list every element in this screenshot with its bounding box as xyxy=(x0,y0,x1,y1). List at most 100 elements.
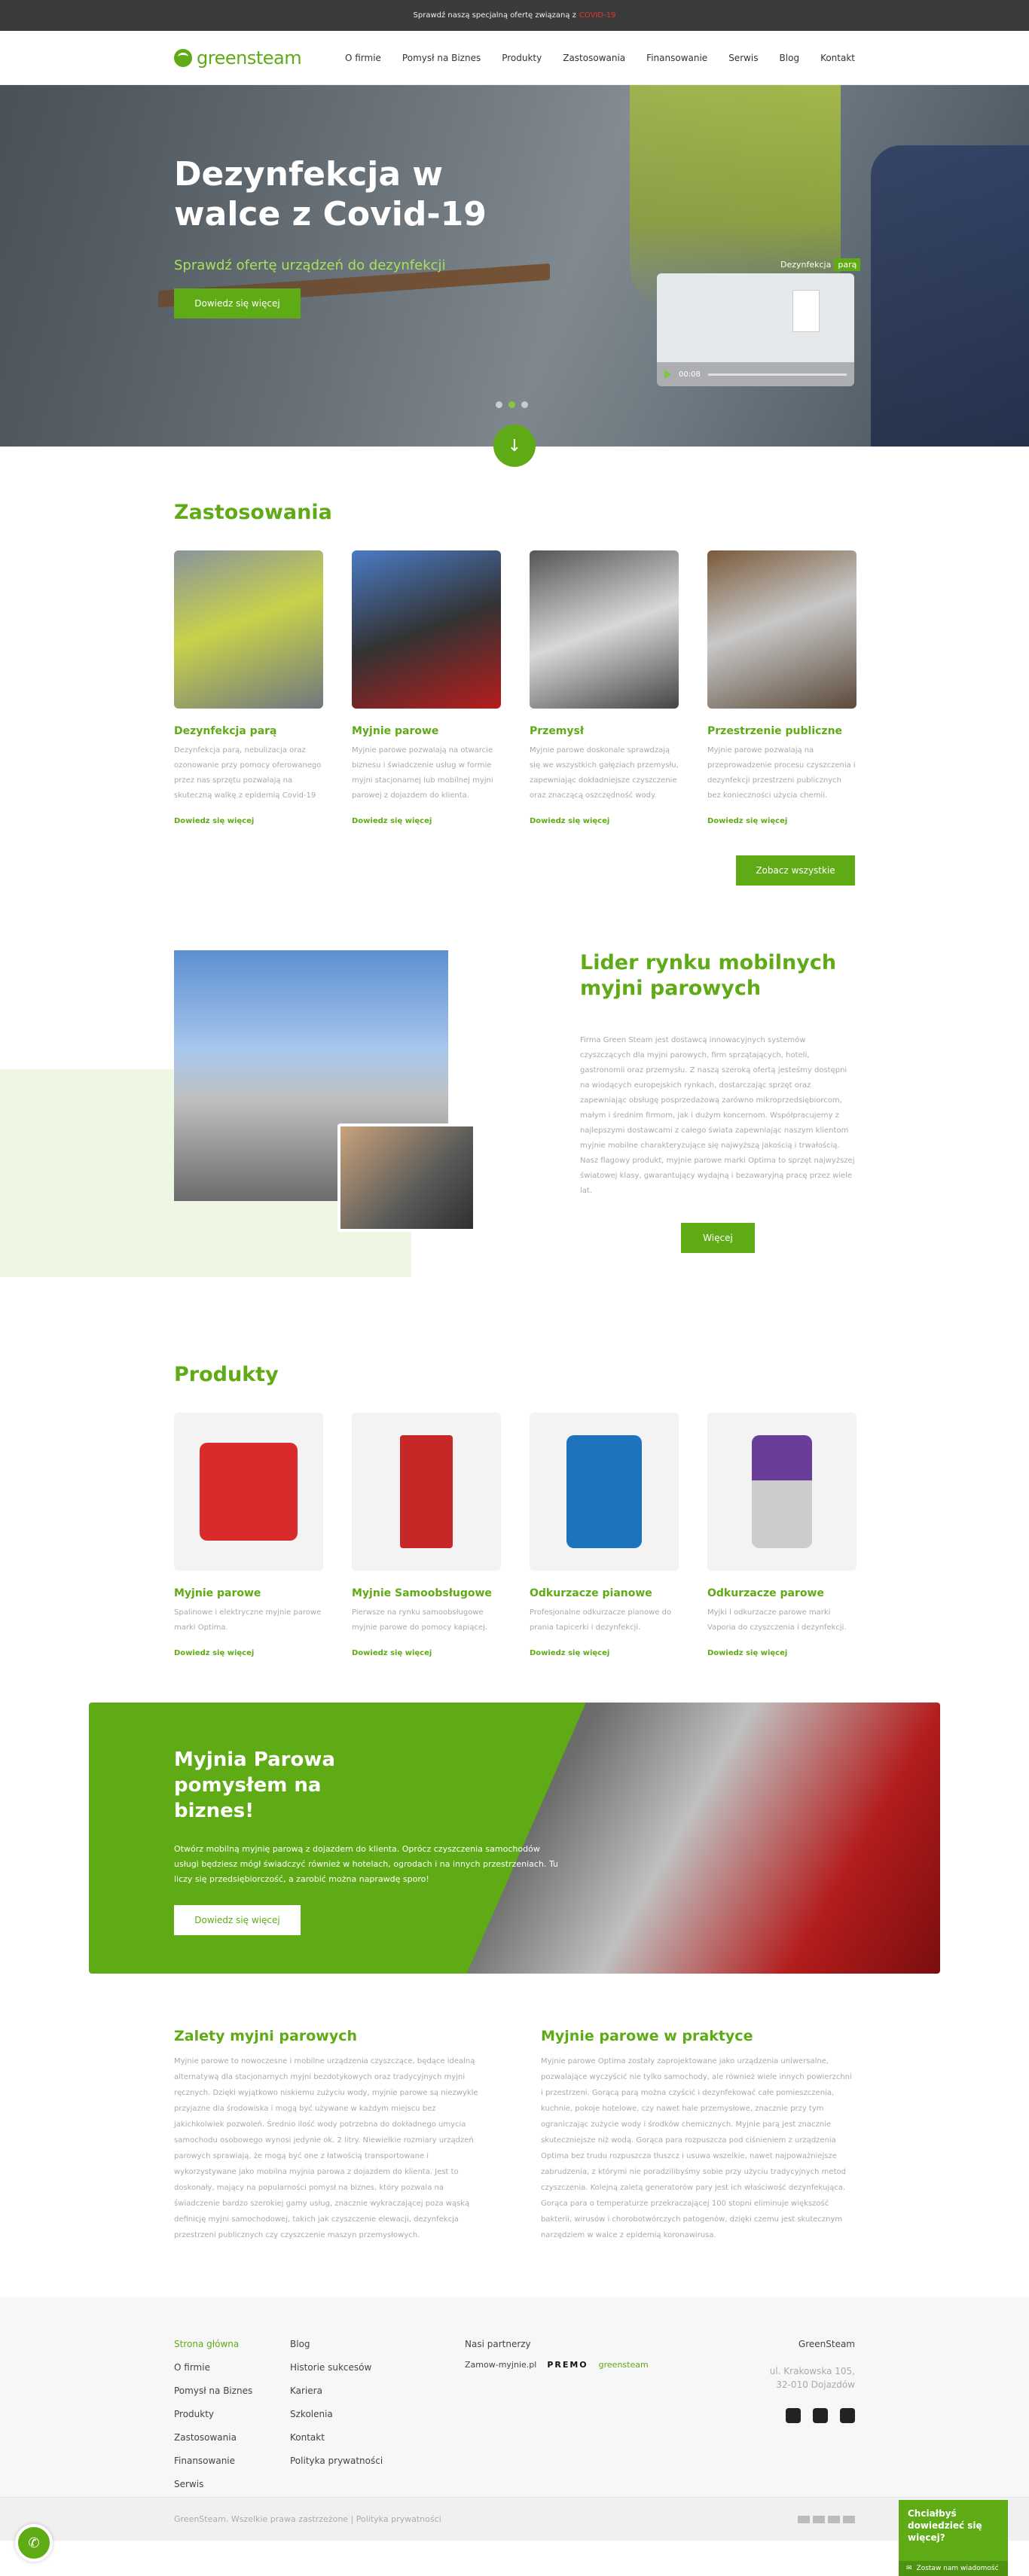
instagram-icon[interactable] xyxy=(813,2408,828,2423)
praktyka-text: Myjnie parowe Optima zostały zaprojektow… xyxy=(541,2057,852,2239)
product-title[interactable]: Odkurzacze parowe xyxy=(707,1587,856,1599)
card-title[interactable]: Przestrzenie publiczne xyxy=(707,725,856,737)
scroll-down-button[interactable]: ↓ xyxy=(493,425,536,467)
footer-link[interactable]: Polityka prywatności xyxy=(290,2456,465,2466)
card-more-link[interactable]: Dowiedz się więcej xyxy=(707,817,856,825)
card-title[interactable]: Dezynfekcja parą xyxy=(174,725,323,737)
nav-produkty[interactable]: Produkty xyxy=(502,53,542,63)
slider-dot[interactable] xyxy=(496,401,502,408)
footer-link[interactable]: Strona główna xyxy=(174,2339,290,2349)
nav-finansowanie[interactable]: Finansowanie xyxy=(646,53,707,63)
hero-cta-button[interactable]: Dowiedz się więcej xyxy=(174,288,301,319)
biznes-cta-button[interactable]: Dowiedz się więcej xyxy=(174,1905,301,1936)
mail-icon: ✉ xyxy=(906,2565,912,2572)
announcement-link[interactable]: COVID-19 xyxy=(579,11,616,20)
chat-leave-message[interactable]: ✉ Zostaw nam wiadomość xyxy=(899,2561,1008,2576)
partner-zamow-myjnie[interactable]: Zamow-myjnie.pl xyxy=(465,2360,536,2370)
logo[interactable]: greensteam xyxy=(174,47,302,69)
card-text: Myjnie parowe pozwalają na przeprowadzen… xyxy=(707,746,856,800)
payment-icon xyxy=(828,2515,840,2523)
product-odkurzacze-pianowe: Odkurzacze pianowe Profesjonalne odkurza… xyxy=(530,1413,679,1657)
hero-slider: Dezynfekcja w walce z Covid-19 Sprawdź o… xyxy=(0,85,1029,447)
product-title[interactable]: Odkurzacze pianowe xyxy=(530,1587,679,1599)
footer-link[interactable]: Zastosowania xyxy=(174,2432,290,2443)
see-all-button[interactable]: Zobacz wszystkie xyxy=(736,855,855,886)
card-image[interactable] xyxy=(352,550,501,709)
card-more-link[interactable]: Dowiedz się więcej xyxy=(352,817,501,825)
slider-dot-active[interactable] xyxy=(508,401,515,408)
footer-link[interactable]: Szkolenia xyxy=(290,2409,465,2419)
lider-more-button[interactable]: Więcej xyxy=(681,1222,755,1253)
phone-call-button[interactable]: ✆ xyxy=(15,2524,53,2562)
steam-vacuum-image xyxy=(752,1435,812,1548)
card-title[interactable]: Myjnie parowe xyxy=(352,725,501,737)
footer-link[interactable]: Finansowanie xyxy=(174,2456,290,2466)
card-image[interactable] xyxy=(707,550,856,709)
footer-link[interactable]: Kontakt xyxy=(290,2432,465,2443)
footer-link[interactable]: Historie sukcesów xyxy=(290,2362,465,2373)
lider-section: Lider rynku mobilnych myjni parowych Fir… xyxy=(0,950,1029,1304)
footer-link[interactable]: Kariera xyxy=(290,2385,465,2396)
product-more-link[interactable]: Dowiedz się więcej xyxy=(352,1649,501,1657)
nav-blog[interactable]: Blog xyxy=(780,53,800,63)
nav-pomysl-na-biznes[interactable]: Pomysł na Biznes xyxy=(402,53,481,63)
product-more-link[interactable]: Dowiedz się więcej xyxy=(707,1649,856,1657)
site-header: greensteam O firmie Pomysł na Biznes Pro… xyxy=(0,31,1029,85)
product-title[interactable]: Myjnie Samoobsługowe xyxy=(352,1587,501,1599)
nav-o-firmie[interactable]: O firmie xyxy=(345,53,381,63)
footer-link[interactable]: Blog xyxy=(290,2339,465,2349)
payment-icons xyxy=(798,2515,855,2523)
partner-greensteam[interactable]: greensteam xyxy=(599,2360,649,2370)
card-title[interactable]: Przemysł xyxy=(530,725,679,737)
product-image[interactable] xyxy=(174,1413,323,1571)
slider-dot[interactable] xyxy=(521,401,528,408)
footer-link[interactable]: Pomysł na Biznes xyxy=(174,2385,290,2396)
play-icon[interactable] xyxy=(664,370,671,379)
nav-serwis[interactable]: Serwis xyxy=(728,53,758,63)
footer-link[interactable]: Serwis xyxy=(174,2479,290,2489)
card-more-link[interactable]: Dowiedz się więcej xyxy=(530,817,679,825)
product-image[interactable] xyxy=(530,1413,679,1571)
phone-icon: ✆ xyxy=(28,2535,40,2551)
card-text: Dezynfekcja parą, nebulizacja oraz ozono… xyxy=(174,746,322,800)
card-more-link[interactable]: Dowiedz się więcej xyxy=(174,817,323,825)
nav-zastosowania[interactable]: Zastosowania xyxy=(563,53,625,63)
product-text: Myjki i odkurzacze parowe marki Vaporia … xyxy=(707,1608,847,1632)
partner-premo[interactable]: PREMO xyxy=(547,2360,588,2370)
footer-link[interactable]: Produkty xyxy=(174,2409,290,2419)
video-progress[interactable] xyxy=(707,373,847,376)
zastosowania-title: Zastosowania xyxy=(174,501,332,524)
youtube-icon[interactable] xyxy=(840,2408,855,2423)
steam-generator-image xyxy=(200,1443,298,1541)
payment-icon xyxy=(843,2515,855,2523)
praktyka-column: Myjnie parowe w praktyce Myjnie parowe O… xyxy=(541,2028,855,2243)
footer-contact: GreenSteam ul. Krakowska 105, 32-010 Doj… xyxy=(770,2339,855,2497)
biznes-title: Myjnia Parowa pomysłem na biznes! xyxy=(174,1748,335,1822)
produkty-title: Produkty xyxy=(174,1363,279,1386)
card-image[interactable] xyxy=(530,550,679,709)
product-more-link[interactable]: Dowiedz się więcej xyxy=(530,1649,679,1657)
footer-address-line: ul. Krakowska 105, xyxy=(769,2366,855,2376)
footer-bottom-bar: GreenSteam. Wszelkie prawa zastrzeżone |… xyxy=(0,2497,1029,2541)
product-title[interactable]: Myjnie parowe xyxy=(174,1587,323,1599)
nav-kontakt[interactable]: Kontakt xyxy=(820,53,855,63)
product-myjnie-parowe: Myjnie parowe Spalinowe i elektryczne my… xyxy=(174,1413,323,1657)
hero-title: Dezynfekcja w walce z Covid-19 xyxy=(174,155,487,233)
facebook-icon[interactable] xyxy=(786,2408,801,2423)
video-label: Dezynfekcja parą xyxy=(780,258,861,271)
produkty-section: Produkty Myjnie parowe Spalinowe i elekt… xyxy=(0,1363,1029,1657)
product-more-link[interactable]: Dowiedz się więcej xyxy=(174,1649,323,1657)
card-image[interactable] xyxy=(174,550,323,709)
arrow-down-icon: ↓ xyxy=(507,436,522,456)
footer-link[interactable]: O firmie xyxy=(174,2362,290,2373)
copyright-text: GreenSteam. Wszelkie prawa zastrzeżone |… xyxy=(174,2514,441,2524)
product-text: Profesjonalne odkurzacze pianowe do pran… xyxy=(530,1608,672,1632)
chat-widget[interactable]: Chciałbyś dowiedzieć się więcej? ✉ Zosta… xyxy=(899,2500,1008,2576)
video-player[interactable]: 00:08 xyxy=(657,273,854,386)
biznes-text: Otwórz mobilną myjnię parową z dojazdem … xyxy=(174,1844,558,1885)
hero-subtitle: Sprawdź ofertę urządzeń do dezynfekcji xyxy=(174,257,446,273)
card-przestrzenie-publiczne: Przestrzenie publiczne Myjnie parowe poz… xyxy=(707,550,856,825)
product-image[interactable] xyxy=(352,1413,501,1571)
product-image[interactable] xyxy=(707,1413,856,1571)
logo-icon xyxy=(174,48,192,67)
